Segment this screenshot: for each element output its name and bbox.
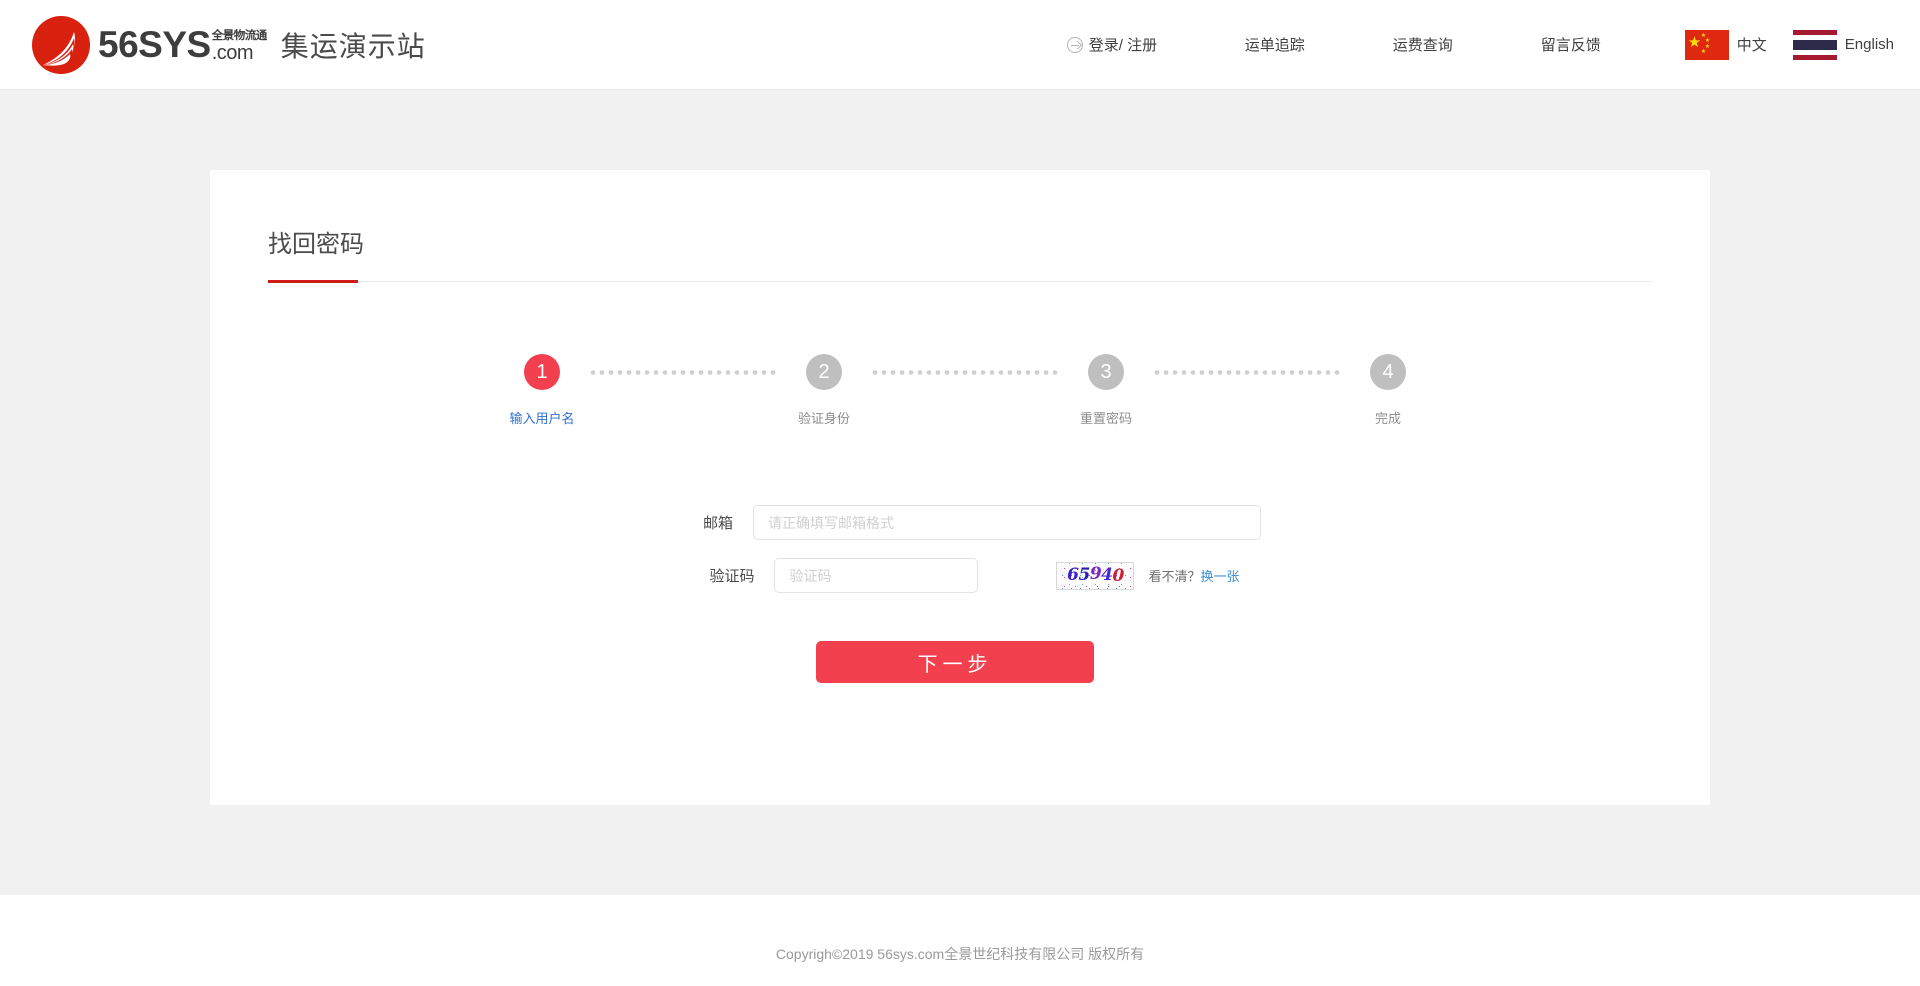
step-connector-1 [588,354,778,390]
captcha-digit-5: 0 [1113,566,1124,586]
nav-label-feedback: 留言反馈 [1541,34,1601,55]
nav-item-freight-query[interactable]: 运费查询 [1393,34,1541,55]
nav-item-login-register[interactable]: 登录/ 注册 [1067,34,1245,55]
captcha-code-text: 65940 [1067,567,1124,584]
language-label-english: English [1845,36,1894,53]
step-1-circle: 1 [524,354,560,390]
card-title-wrap: 找回密码 [268,170,1652,282]
brand-wordmark-main: 56SYS [98,26,211,63]
title-underline [268,281,1652,282]
captcha-hint-text: 看不清？ [1148,569,1200,584]
brand-wordmark-cn: 全景物流通 [212,31,267,43]
cn-flag-icon: ★ ★ ★ ★ ★ [1685,30,1729,60]
page-title: 找回密码 [268,224,364,281]
captcha-hint: 看不清？换一张 [1148,566,1239,585]
nav-item-feedback[interactable]: 留言反馈 [1541,34,1659,55]
brand-logo[interactable]: 56SYS 全景物流通 .com 集运演示站 [30,10,426,80]
captcha-group: 65940 看不清？换一张 [1056,562,1239,590]
language-option-english[interactable]: English [1793,30,1894,60]
captcha-row: 验证码 65940 看不清？换一张 [268,558,1652,593]
email-label: 邮箱 [659,512,733,533]
language-option-chinese[interactable]: ★ ★ ★ ★ ★ 中文 [1685,30,1767,60]
captcha-label: 验证码 [680,565,754,586]
password-recovery-card: 找回密码 1 输入用户名 2 验证身份 3 重置密码 4 完成 [210,170,1710,805]
step-3-circle: 3 [1088,354,1124,390]
captcha-image[interactable]: 65940 [1056,562,1134,590]
56sys-swoosh-logo-icon [30,14,92,76]
site-footer: Copyrigh©2019 56sys.com全景世纪科技有限公司 版权所有 [0,895,1920,986]
next-step-button[interactable]: 下一步 [816,641,1094,683]
step-3-label: 重置密码 [1080,408,1132,427]
language-switcher: ★ ★ ★ ★ ★ 中文 English [1659,30,1894,60]
captcha-digit-3: 9 [1090,564,1101,584]
nav-item-waybill-tracking[interactable]: 运单追踪 [1245,34,1393,55]
step-2-label: 验证身份 [798,408,850,427]
step-1-enter-username[interactable]: 1 输入用户名 [496,354,588,427]
captcha-digit-4: 4 [1101,565,1112,585]
step-connector-3 [1152,354,1342,390]
email-row: 邮箱 [268,505,1652,540]
step-4-circle: 4 [1370,354,1406,390]
site-header: 56SYS 全景物流通 .com 集运演示站 登录/ 注册 运单追踪 运费查询 … [0,0,1920,90]
captcha-digit-2: 5 [1078,565,1089,585]
step-connector-2 [870,354,1060,390]
step-1-label: 输入用户名 [509,408,574,427]
arrow-circle-right-icon [1067,37,1083,53]
progress-stepper: 1 输入用户名 2 验证身份 3 重置密码 4 完成 [268,354,1652,427]
main-navigation: 登录/ 注册 运单追踪 运费查询 留言反馈 ★ ★ ★ ★ ★ 中文 [1067,0,1894,89]
step-4-complete[interactable]: 4 完成 [1342,354,1434,427]
submit-row: 下一步 [268,641,1652,683]
brand-sub-title: 集运演示站 [281,25,426,65]
nav-label-freight-query: 运费查询 [1393,34,1453,55]
captcha-digit-1: 6 [1067,565,1078,585]
nav-label-login-register: 登录/ 注册 [1089,34,1157,55]
email-input[interactable] [753,505,1261,540]
captcha-input[interactable] [774,558,978,593]
step-2-circle: 2 [806,354,842,390]
th-flag-icon [1793,30,1837,60]
brand-wordmark: 56SYS 全景物流通 .com [98,26,267,63]
step-4-label: 完成 [1375,408,1401,427]
step-2-verify-identity[interactable]: 2 验证身份 [778,354,870,427]
captcha-refresh-link[interactable]: 换一张 [1201,569,1240,584]
page-body: 找回密码 1 输入用户名 2 验证身份 3 重置密码 4 完成 [0,90,1920,895]
copyright-text: Copyrigh©2019 56sys.com全景世纪科技有限公司 版权所有 [776,944,1144,964]
language-label-chinese: 中文 [1737,34,1767,55]
nav-label-waybill-tracking: 运单追踪 [1245,34,1305,55]
recovery-form: 邮箱 验证码 65940 看不清？换一张 [268,505,1652,683]
step-3-reset-password[interactable]: 3 重置密码 [1060,354,1152,427]
brand-wordmark-com: .com [212,43,267,63]
